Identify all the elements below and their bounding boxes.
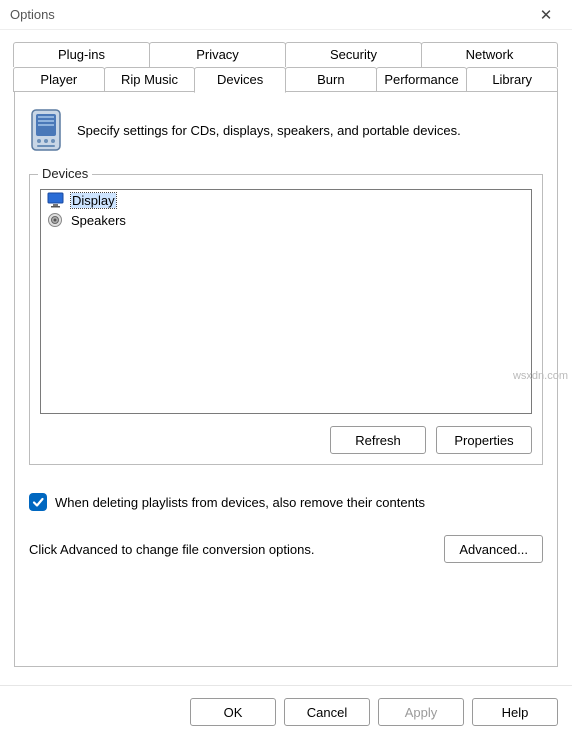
tab-row-2: Player Rip Music Devices Burn Performanc… xyxy=(14,67,558,92)
device-item-speakers[interactable]: Speakers xyxy=(41,210,531,230)
close-icon: ✕ xyxy=(540,6,553,24)
apply-button[interactable]: Apply xyxy=(378,698,464,726)
properties-button[interactable]: Properties xyxy=(436,426,532,454)
tab-rip-music[interactable]: Rip Music xyxy=(104,67,196,92)
tab-security[interactable]: Security xyxy=(285,42,422,67)
device-listbox[interactable]: Display Speakers xyxy=(40,189,532,414)
titlebar: Options ✕ xyxy=(0,0,572,30)
tab-strip: Plug-ins Privacy Security Network Player… xyxy=(14,42,558,92)
tab-panel-devices: Specify settings for CDs, displays, spea… xyxy=(14,91,558,667)
devices-group-label: Devices xyxy=(38,166,92,181)
delete-playlists-checkbox-row: When deleting playlists from devices, al… xyxy=(29,493,543,511)
devices-groupbox: Devices Display xyxy=(29,174,543,465)
advanced-button[interactable]: Advanced... xyxy=(444,535,543,563)
tab-network[interactable]: Network xyxy=(421,42,558,67)
close-button[interactable]: ✕ xyxy=(528,3,564,27)
ok-button[interactable]: OK xyxy=(190,698,276,726)
tab-plugins[interactable]: Plug-ins xyxy=(13,42,150,67)
window-title: Options xyxy=(10,7,55,22)
tab-devices[interactable]: Devices xyxy=(194,67,286,93)
tab-library[interactable]: Library xyxy=(466,67,558,92)
device-label: Speakers xyxy=(71,213,126,228)
delete-playlists-checkbox[interactable] xyxy=(29,493,47,511)
tab-privacy[interactable]: Privacy xyxy=(149,42,286,67)
dialog-footer: OK Cancel Apply Help xyxy=(0,685,572,740)
speaker-icon xyxy=(47,212,65,228)
advanced-row: Click Advanced to change file conversion… xyxy=(29,535,543,563)
device-item-display[interactable]: Display xyxy=(41,190,531,210)
tab-row-1: Plug-ins Privacy Security Network xyxy=(14,42,558,67)
refresh-button[interactable]: Refresh xyxy=(330,426,426,454)
tab-player[interactable]: Player xyxy=(13,67,105,92)
tab-burn[interactable]: Burn xyxy=(285,67,377,92)
monitor-icon xyxy=(47,192,65,208)
cancel-button[interactable]: Cancel xyxy=(284,698,370,726)
advanced-text: Click Advanced to change file conversion… xyxy=(29,542,314,557)
dialog-content: Plug-ins Privacy Security Network Player… xyxy=(0,30,572,677)
pda-icon xyxy=(29,108,63,152)
delete-playlists-label: When deleting playlists from devices, al… xyxy=(55,495,425,510)
tab-performance[interactable]: Performance xyxy=(376,67,468,92)
intro-row: Specify settings for CDs, displays, spea… xyxy=(29,108,543,152)
device-label: Display xyxy=(71,193,116,208)
help-button[interactable]: Help xyxy=(472,698,558,726)
intro-text: Specify settings for CDs, displays, spea… xyxy=(77,123,461,138)
device-buttons-row: Refresh Properties xyxy=(40,426,532,454)
checkmark-icon xyxy=(31,495,45,509)
